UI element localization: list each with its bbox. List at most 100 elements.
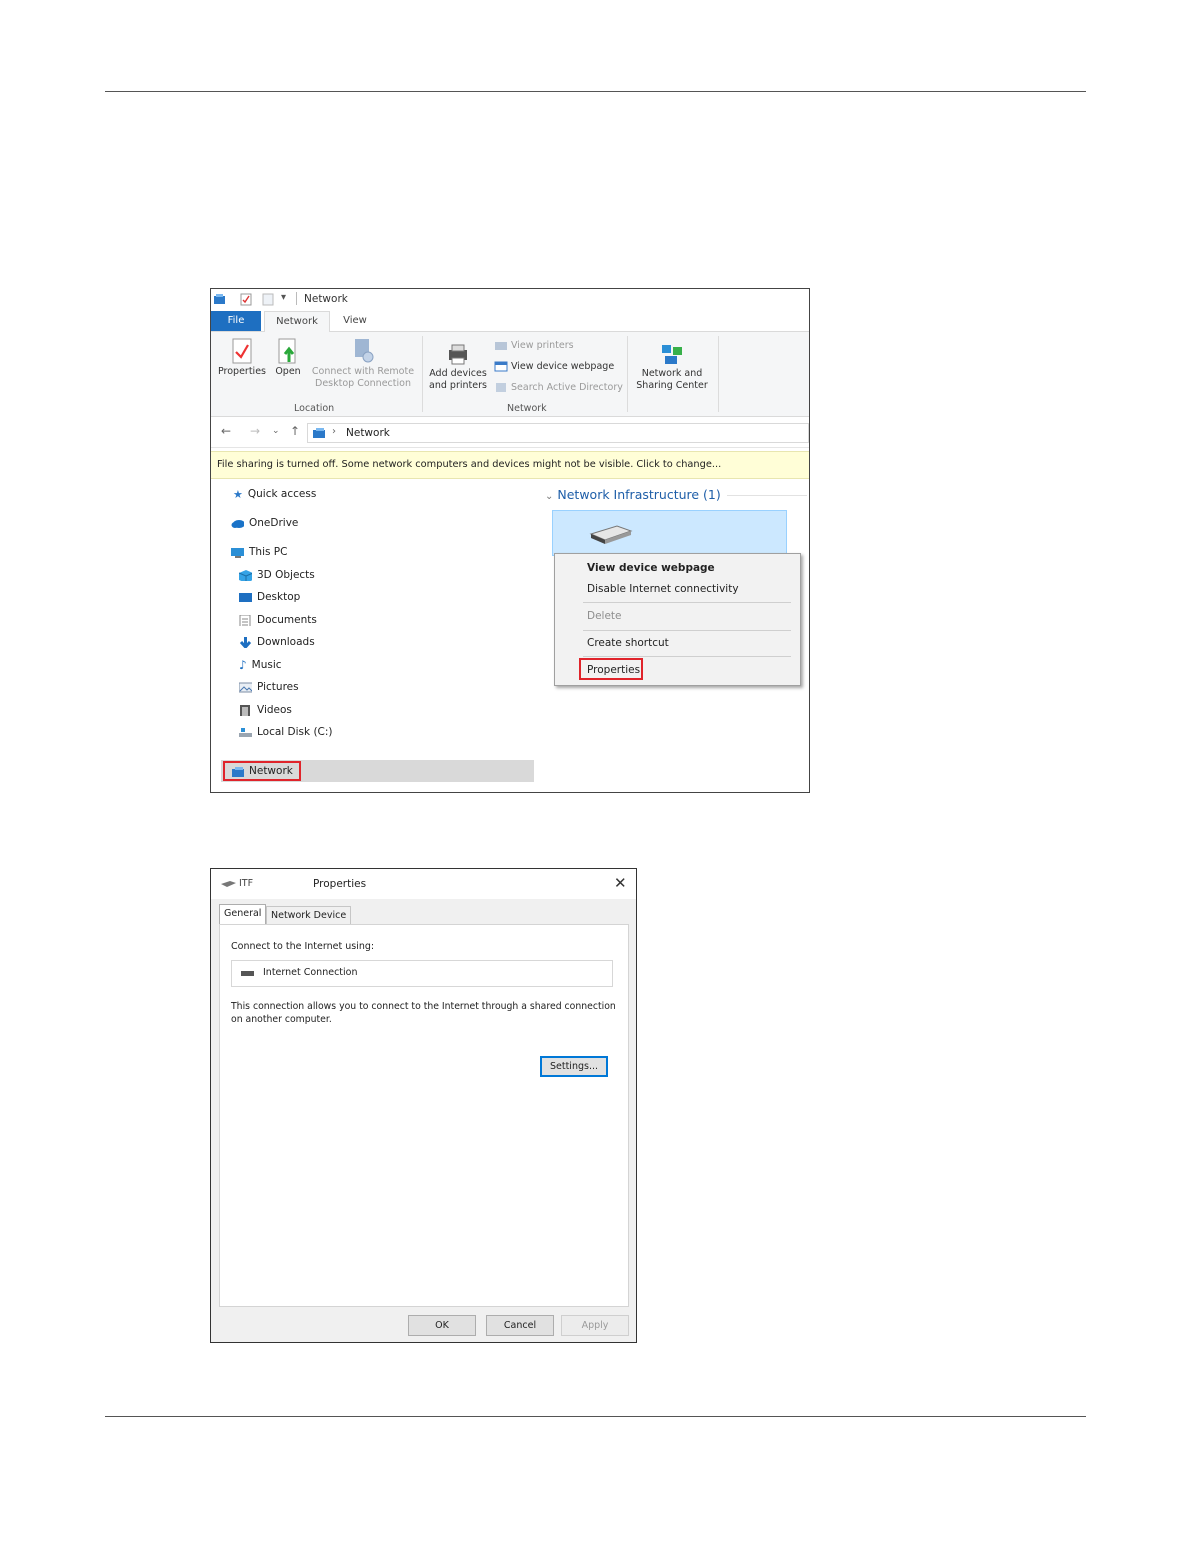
view-device-webpage-button[interactable]: View device webpage (494, 361, 614, 372)
tab-general[interactable]: General (219, 904, 267, 925)
settings-button[interactable]: Settings... (540, 1056, 608, 1077)
apply-button[interactable]: Apply (561, 1315, 629, 1336)
network-app-icon (214, 294, 225, 304)
content-pane: ⌄ Network Infrastructure (1) View device… (537, 479, 809, 791)
network-sharing-icon (662, 345, 682, 364)
general-tab-panel: Connect to the Internet using: Internet … (219, 924, 629, 1307)
customize-toolbar-icon[interactable]: ▾ (281, 292, 286, 305)
music-note-icon: ♪ (239, 658, 247, 672)
nav-pictures[interactable]: Pictures (239, 678, 299, 696)
ribbon-divider (422, 336, 423, 412)
ribbon: Properties Open Connect with Remote Desk… (211, 332, 809, 417)
new-folder-quick-icon[interactable] (262, 293, 274, 306)
title-bar: ▾ Network (211, 289, 809, 311)
tab-file[interactable]: File (211, 311, 261, 331)
cloud-icon (231, 519, 244, 528)
disk-drive-icon (239, 727, 252, 737)
location-group-label: Location (294, 403, 335, 414)
nav-3d-objects[interactable]: 3D Objects (239, 566, 315, 584)
nav-music[interactable]: ♪ Music (239, 656, 282, 674)
view-printers-icon (495, 342, 507, 350)
document-icon (239, 614, 251, 626)
connect-remote-desktop-button[interactable]: Connect with Remote Desktop Connection (308, 338, 418, 390)
title-divider (296, 292, 297, 305)
computer-icon (231, 547, 244, 558)
cube-icon (239, 569, 252, 581)
network-location-icon (313, 428, 325, 438)
router-device-tile[interactable] (552, 510, 787, 556)
pictures-icon (239, 682, 252, 692)
nav-videos[interactable]: Videos (239, 701, 292, 719)
nav-documents[interactable]: Documents (239, 611, 317, 629)
connect-using-label: Connect to the Internet using: (231, 941, 375, 952)
add-devices-button[interactable]: Add devices and printers (425, 344, 491, 392)
group-collapse-chevron-icon[interactable]: ⌄ (545, 491, 553, 502)
open-icon (278, 338, 296, 364)
nav-quick-access[interactable]: ★ Quick access (233, 485, 316, 503)
menu-create-shortcut[interactable]: Create shortcut (587, 637, 669, 649)
infobar-text: File sharing is turned off. Some network… (217, 459, 722, 470)
tab-view[interactable]: View (333, 311, 377, 331)
group-header-network-infrastructure[interactable]: ⌄ Network Infrastructure (1) (545, 487, 721, 502)
window-title: Network (304, 293, 348, 305)
dialog-title: Properties (313, 878, 367, 890)
remote-desktop-icon (355, 339, 374, 363)
cancel-button[interactable]: Cancel (486, 1315, 554, 1336)
close-icon[interactable]: ✕ (614, 874, 627, 892)
menu-delete[interactable]: Delete (587, 610, 622, 622)
menu-separator (583, 656, 791, 657)
nav-this-pc[interactable]: This PC (231, 543, 287, 561)
back-arrow-icon[interactable]: ← (221, 424, 231, 438)
tab-network[interactable]: Network (264, 311, 330, 333)
ribbon-divider (718, 336, 719, 412)
open-button[interactable]: Open (271, 338, 305, 378)
tab-network-device[interactable]: Network Device (266, 906, 352, 925)
nav-onedrive[interactable]: OneDrive (231, 514, 298, 532)
properties-check-icon (232, 338, 252, 364)
properties-dialog: ITF Properties ✕ General Network Device … (210, 868, 637, 1343)
address-bar[interactable]: › Network (307, 423, 809, 443)
up-arrow-icon[interactable]: ↑ (290, 424, 300, 438)
download-arrow-icon (239, 636, 252, 648)
group-header-line (727, 495, 807, 496)
star-icon: ★ (233, 487, 243, 501)
network-sharing-center-button[interactable]: Network and Sharing Center (631, 344, 713, 392)
connection-description: This connection allows you to connect to… (231, 1001, 616, 1025)
page-bottom-rule (105, 1416, 1086, 1417)
menu-view-device-webpage[interactable]: View device webpage (587, 562, 715, 574)
connection-name: Internet Connection (263, 967, 358, 978)
nav-downloads[interactable]: Downloads (239, 633, 315, 651)
recent-locations-icon[interactable]: ⌄ (272, 426, 280, 436)
connection-field: Internet Connection (231, 960, 613, 987)
printer-icon (449, 344, 467, 365)
breadcrumb-network[interactable]: Network (346, 427, 390, 439)
context-menu: View device webpage Disable Internet con… (554, 553, 801, 686)
file-explorer-window: ▾ Network File Network View Properties O… (210, 288, 810, 793)
menu-separator (583, 602, 791, 603)
ribbon-divider (627, 336, 628, 412)
dialog-title-bar: ITF Properties ✕ (211, 869, 636, 899)
page-top-rule (105, 91, 1086, 92)
directory-icon (496, 383, 506, 392)
navigation-pane: ★ Quick access OneDrive This PC 3D Objec… (211, 479, 537, 791)
network-highlight-box (223, 761, 301, 781)
dialog-app-name: ITF (239, 878, 254, 889)
properties-highlight-box (579, 658, 643, 680)
search-active-directory-button[interactable]: Search Active Directory (494, 382, 623, 393)
file-sharing-infobar[interactable]: File sharing is turned off. Some network… (211, 451, 809, 479)
menu-disable-internet[interactable]: Disable Internet connectivity (587, 583, 739, 595)
connection-device-icon (241, 971, 254, 976)
ribbon-tabs: File Network View (211, 311, 809, 333)
properties-quick-icon[interactable] (240, 293, 252, 306)
ok-button[interactable]: OK (408, 1315, 476, 1336)
menu-separator (583, 630, 791, 631)
forward-arrow-icon[interactable]: → (250, 424, 260, 438)
nav-desktop[interactable]: Desktop (239, 588, 300, 606)
breadcrumb-chevron-icon[interactable]: › (332, 426, 336, 437)
properties-button[interactable]: Properties (216, 338, 268, 378)
network-group-label: Network (507, 403, 547, 414)
router-icon (589, 525, 633, 544)
desktop-icon (239, 592, 252, 602)
nav-local-disk[interactable]: Local Disk (C:) (239, 723, 333, 741)
view-printers-button[interactable]: View printers (494, 340, 574, 351)
